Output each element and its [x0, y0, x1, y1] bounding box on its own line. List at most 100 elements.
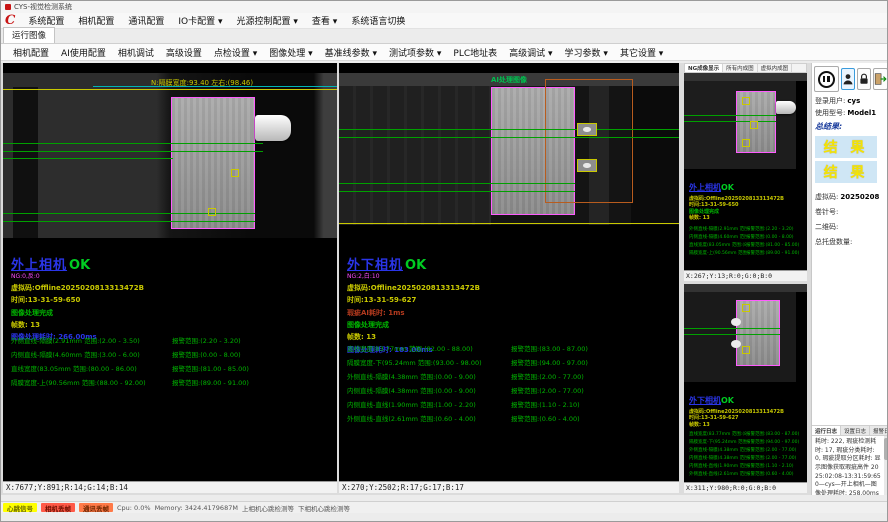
toolbar-item[interactable]: 测试项参数 ▾ [383, 46, 447, 59]
app-status-bar: 心跳信号 相机丢帧 通讯丢帧 Cpu: 0.0% Memory: 3424.41… [1, 501, 888, 513]
tab-ng-display[interactable]: NG成像显示 [685, 64, 723, 72]
alarm-range: 报警范围:(1.10 - 2.10) [511, 399, 580, 409]
toolbar-item[interactable]: AI使用配置 [55, 46, 112, 59]
overlay-green-line [3, 158, 173, 159]
menu-item[interactable]: 查看 ▾ [305, 14, 344, 27]
camera-title: 外上相机 [689, 183, 721, 192]
menu-item[interactable]: 光源控制配置 ▾ [230, 14, 305, 27]
measurement-row: 外侧直线-隔膜(2.91mm 范围:(2.00 - 3.50) 报警范围:(2.… [689, 225, 803, 233]
toolbar-item[interactable]: 图像处理 ▾ [263, 46, 318, 59]
menu-item[interactable]: 通讯配置 [121, 14, 171, 27]
tab-run-image[interactable]: 运行图像 [3, 27, 55, 43]
menu-item[interactable]: 相机配置 [71, 14, 121, 27]
alarm-range: 报警范围:(2.00 - 77.00) [511, 385, 584, 395]
camera-result-text-lower: 外下相机OK NG:2,白:10 虚拟码:Offline202502081331… [347, 253, 480, 355]
log-body[interactable]: 耗时: 222, 瑕疵检测耗时: 17, 瑕疵分类耗时: 0, 瑕疵提取分区耗时… [812, 436, 888, 495]
tab-row: 运行图像 [1, 29, 887, 44]
camera-view-lower[interactable]: AI处理图像 外下相机OK NG:2,白:10 虚拟码:Offline20250… [339, 63, 679, 493]
info-fields: 虚拟码: 20250208 卷针号: 二维码: 总托盘数量: [812, 187, 888, 247]
measurement-row: 内侧直线-隔膜(4.60mm 范围:(3.00 - 6.00) 报警范围:(0.… [689, 233, 803, 241]
menu-item[interactable]: 系统语言切换 [344, 14, 412, 27]
toolbar-item[interactable]: 高级设置 [160, 46, 208, 59]
model-label: 使用型号: [815, 108, 845, 118]
toolbar-item[interactable]: 高级调试 ▾ [503, 46, 558, 59]
measurement-row: 隔膜宽度-下(95.24mm 范围:(93.00 - 98.00) 报警范围:(… [347, 355, 675, 369]
camera-dropframe-badge: 相机丢帧 [41, 503, 75, 512]
menu-item[interactable]: IO卡配置 ▾ [171, 14, 229, 27]
log-tabs: 运行日志 设置日志 报警日志 [812, 426, 888, 436]
thumbnail-result-text: 外上相机OK 虚拟码:Offline2025020813313472B 时间:1… [689, 175, 784, 222]
control-buttons [812, 63, 888, 94]
thumbnail-view-upper[interactable]: 外上相机OK 虚拟码:Offline2025020813313472B 时间:1… [684, 73, 807, 281]
thumbnail-tabs: NG成像显示 所有内成图 虚拟内成图 [684, 63, 807, 73]
camera-ok-status: OK [721, 396, 734, 405]
alarm-range: 报警范围:(0.60 - 4.00) [511, 413, 580, 423]
measurement-value: 直线宽度(83.77mm 范围:(82.00 - 88.00) [689, 431, 746, 437]
measurement-row: 内侧直线-直线(1.90mm 范围:(1.00 - 2.20) 报警范围:(1.… [347, 397, 675, 411]
toolbar-item[interactable]: 学习参数 ▾ [559, 46, 614, 59]
toolbar-item[interactable]: 其它设置 ▾ [614, 46, 669, 59]
overlay-green-line [3, 151, 263, 152]
tab-settings-log[interactable]: 设置日志 [841, 426, 870, 435]
lock-button[interactable] [857, 68, 871, 90]
measurement-value: 隔膜宽度-上(90.56mm 范围:(88.00 - 92.00) [11, 377, 172, 387]
toolbar-item[interactable]: PLC地址表 [447, 46, 503, 59]
roi-marker [231, 169, 239, 177]
thumbnail-result-text: 外下相机OK 虚拟码:Offline2025020813313472B 时间:1… [689, 388, 784, 428]
roi-orange-rect [545, 79, 633, 203]
tab-alarm-log[interactable]: 报警日志 [870, 426, 888, 435]
toolbar-items: 相机配置AI使用配置相机调试高级设置点检设置 ▾图像处理 ▾基准线参数 ▾测试项… [7, 46, 669, 59]
menu-bar: C 系统配置相机配置通讯配置IO卡配置 ▾光源控制配置 ▾查看 ▾系统语言切换 [1, 13, 887, 29]
measurement-row: 直线宽度(83.05mm 范围:(80.00 - 86.00) 报警范围:(81… [689, 241, 803, 249]
tab-all-images[interactable]: 所有内成图 [723, 64, 758, 72]
toolbar-item[interactable]: 点检设置 ▾ [208, 46, 263, 59]
exit-button[interactable] [873, 68, 888, 90]
overlay-green-line [3, 143, 263, 144]
app-icon [5, 4, 11, 10]
measurement-value: 内侧直线-隔膜(4.60mm 范围:(3.00 - 6.00) [11, 349, 172, 359]
camera-view-upper[interactable]: N:隔膜宽度:93.40 左右:(98.46) 外上相机OK NG:0,反:0 … [3, 63, 337, 493]
user-button[interactable] [841, 68, 855, 90]
log-text: 耗时: 222, 瑕疵检测耗时: 17, 瑕疵分类耗时: 0, 瑕疵提取分区耗时… [812, 436, 888, 495]
log-scrollbar[interactable] [884, 436, 888, 495]
menu-item[interactable]: 系统配置 [21, 14, 71, 27]
lower-camera-heartbeat: 下相机心跳检测等 [298, 503, 350, 513]
roller-object [776, 101, 796, 114]
measurement-row: 外侧直线-直线(2.61mm 范围:(0.60 - 4.00) 报警范围:(0.… [689, 470, 803, 478]
measurement-row: 隔膜宽度-下(95.24mm 范围:(93.00 - 98.00) 报警范围:(… [689, 438, 803, 446]
alarm-range: 报警范围:(2.00 - 77.00) [746, 455, 796, 461]
camera-image-upper[interactable]: N:隔膜宽度:93.40 左右:(98.46) [3, 73, 337, 238]
measurement-row: 隔膜宽度-上(90.56mm 范围:(88.00 - 92.00) 报警范围:(… [11, 375, 333, 389]
measurement-row: 直线宽度(83.77mm 范围:(82.00 - 88.00) 报警范围:(83… [347, 341, 675, 355]
info-field-label: 虚拟码: [815, 192, 838, 202]
measurement-row: 隔膜宽度-上(90.56mm 范围:(88.00 - 92.00) 报警范围:(… [689, 249, 803, 257]
info-field-label: 总托盘数量: [815, 237, 852, 247]
secondary-toolbar: 相机配置AI使用配置相机调试高级设置点检设置 ▾图像处理 ▾基准线参数 ▾测试项… [1, 44, 887, 61]
info-field-label: 卷针号: [815, 207, 838, 217]
toolbar-item[interactable]: 基准线参数 ▾ [319, 46, 383, 59]
pixel-status-bar-thumb-upper: X:267;Y:13;R:0;G:0;B:0 [684, 270, 807, 281]
overlay-green-line [3, 221, 255, 222]
main-area: N:隔膜宽度:93.40 左右:(98.46) 外上相机OK NG:0,反:0 … [1, 63, 888, 495]
roi-marker [742, 139, 750, 147]
thumbnail-view-lower[interactable]: 外下相机OK 虚拟码:Offline2025020813313472B 时间:1… [684, 284, 807, 493]
tab-run-log[interactable]: 运行日志 [812, 426, 841, 435]
tab-virtual-images[interactable]: 虚拟内成图 [758, 64, 793, 72]
alarm-range: 报警范围:(2.00 - 77.00) [511, 371, 584, 381]
barcode-line: 虚拟码:Offline2025020813313472B [11, 284, 144, 293]
frame-count-line: 帧数: 13 [689, 215, 784, 222]
thumbnail-column: NG成像显示 所有内成图 虚拟内成图 外上相机OK 虚拟码:Offline202… [684, 63, 807, 493]
pause-button[interactable] [814, 66, 839, 92]
alarm-range: 报警范围:(83.00 - 87.00) [511, 343, 588, 353]
measurement-list-lower: 直线宽度(83.77mm 范围:(82.00 - 88.00) 报警范围:(83… [347, 341, 675, 425]
toolbar-item[interactable]: 相机配置 [7, 46, 55, 59]
measurement-value: 外侧直线-隔膜(4.38mm 范围:(0.00 - 9.00) [347, 371, 511, 381]
measurement-row: 内侧直线-隔膜(4.38mm 范围:(0.00 - 9.00) 报警范围:(2.… [689, 454, 803, 462]
defect-highlight [731, 318, 741, 326]
log-scroll-thumb[interactable] [884, 438, 888, 460]
defect-marker [577, 159, 597, 172]
ai-time-line: 瑕疵AI耗时: 1ms [347, 309, 480, 318]
measurement-row: 直线宽度(83.05mm 范围:(80.00 - 86.00) 报警范围:(81… [11, 361, 333, 375]
toolbar-item[interactable]: 相机调试 [112, 46, 160, 59]
camera-image-lower[interactable]: AI处理图像 [339, 73, 679, 225]
